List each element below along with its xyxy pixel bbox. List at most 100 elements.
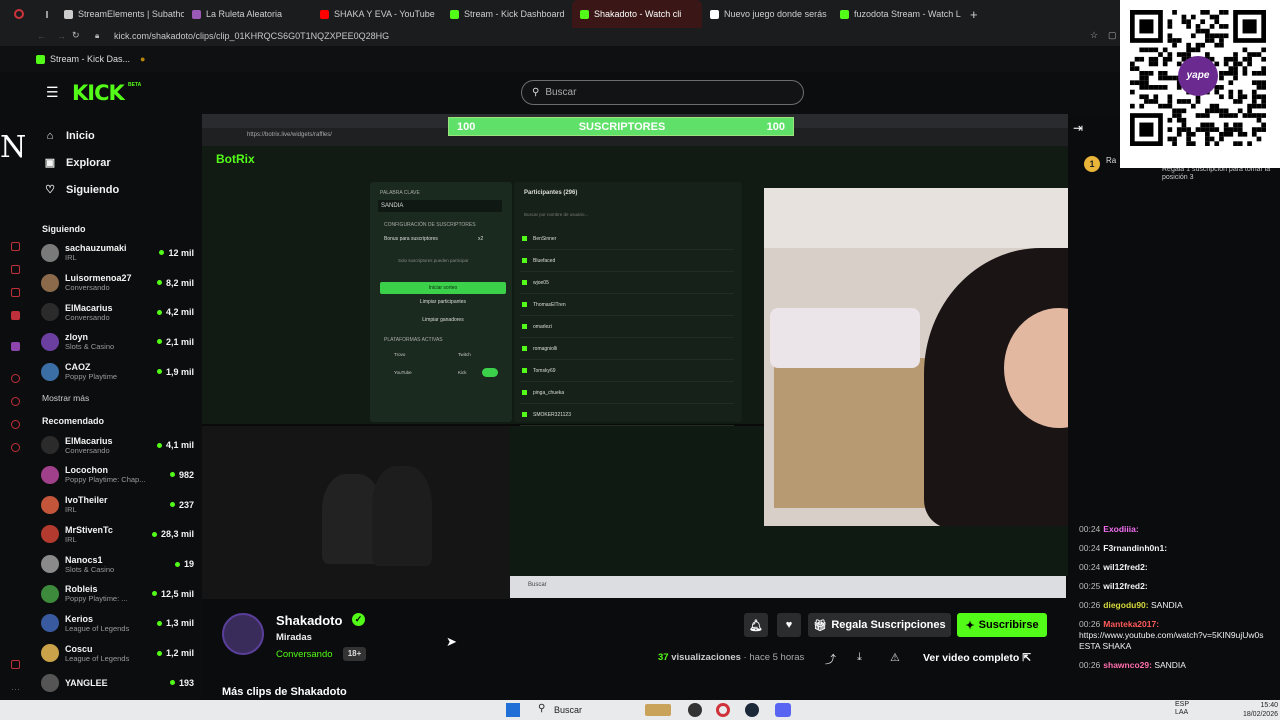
channel-item[interactable]: MrStivenTc IRL 28,3 mil (32, 520, 202, 550)
sidebar-app-icon[interactable] (11, 443, 20, 452)
taskbar-app-icon[interactable] (688, 703, 702, 717)
channel-item[interactable]: Coscu League of Legends 1,2 mil (32, 638, 202, 668)
browser-tab[interactable]: Nuevo juego donde serás (702, 0, 832, 28)
url-text[interactable]: kick.com/shakadoto/clips/clip_01KHRQCS6G… (114, 31, 389, 41)
channel-item[interactable]: CAOZ Poppy Playtime 1,9 mil (32, 357, 202, 387)
notification-bell-button[interactable]: 🔔︎ (744, 613, 768, 637)
menu-icon[interactable]: ☰ (46, 84, 59, 101)
new-tab-button[interactable]: + (962, 0, 986, 28)
channel-item[interactable]: ElMacarius Conversando 4,1 mil (32, 430, 202, 460)
channel-name: Nanocs1 (65, 554, 103, 565)
chat-username[interactable]: Manteka2017: (1103, 619, 1159, 629)
reload-icon[interactable]: ↻ (72, 30, 80, 41)
chat-username[interactable]: F3rnandinh0n1: (1103, 543, 1167, 553)
channel-item[interactable]: Kerios League of Legends 1,3 mil (32, 609, 202, 639)
tab-favicon-icon (450, 9, 459, 19)
chat-text: SANDIA (1151, 600, 1183, 610)
chat-username[interactable]: Exodiiia: (1103, 524, 1138, 534)
chat-username[interactable]: shawnco29: (1103, 660, 1152, 670)
bookmark-item[interactable]: Stream - Kick Das... (50, 54, 130, 64)
streamer-avatar[interactable] (222, 613, 264, 655)
bookmark-star-icon[interactable]: ☆ (1090, 30, 1098, 41)
channel-item[interactable]: ElMacarius Conversando 4,2 mil (32, 297, 202, 327)
chat-time: 00:26 (1079, 619, 1101, 629)
clip-category[interactable]: Conversando (276, 649, 333, 660)
share-icon[interactable]: ⤴ (825, 651, 836, 667)
chat-username[interactable]: diegodu90: (1103, 600, 1148, 610)
kick-icon (522, 258, 527, 263)
sidebar-app-icon[interactable] (11, 397, 20, 406)
browser-tab[interactable]: Shakadoto - Watch cli (572, 0, 702, 28)
windows-start-icon[interactable] (506, 703, 520, 717)
viewer-count: 1,2 mil (156, 648, 194, 659)
channel-item[interactable]: Robleis Poppy Playtime: ... 12,5 mil (32, 579, 202, 609)
viewer-count-value: 1,2 mil (165, 648, 194, 659)
language-indicator[interactable]: ESP LAA (1175, 701, 1195, 717)
browser-tab-label: La Ruleta Aleatoria (206, 9, 283, 19)
chat-username[interactable]: wil12fred2: (1103, 562, 1147, 572)
channel-item[interactable]: zloyn Slots & Casino 2,1 mil (32, 327, 202, 357)
more-icon[interactable]: ··· (11, 684, 20, 694)
browser-tab[interactable]: La Ruleta Aleatoria (184, 0, 312, 28)
star-icon: ✦ (965, 619, 975, 632)
nav-inicio[interactable]: ⌂ Inicio (32, 122, 202, 149)
collapse-chat-icon[interactable]: ⇥ (1073, 121, 1083, 135)
browser-tab[interactable]: SHAKA Y EVA - YouTube (312, 0, 442, 28)
browser-tab[interactable]: Stream - Kick Dashboard (442, 0, 572, 28)
sidebar-app-icon[interactable] (11, 660, 20, 669)
screenshot-icon[interactable]: ▢ (1108, 30, 1117, 41)
back-icon[interactable]: ← (37, 31, 46, 41)
channel-item[interactable]: IvoTheiler IRL 237 (32, 490, 202, 520)
kick-logo[interactable]: KICK (72, 81, 125, 105)
sidebar-app-icon[interactable] (11, 242, 20, 251)
avatar (41, 465, 59, 484)
report-icon[interactable]: ⚠ (890, 651, 900, 664)
taskbar-search-icon[interactable]: ⚲ (538, 703, 545, 714)
video-player[interactable]: https://botrix.live/widgets/raffles/ Bot… (202, 114, 1068, 599)
kick-icon (522, 236, 527, 241)
twitch-icon[interactable] (11, 342, 20, 351)
taskbar-widget-icon[interactable] (645, 704, 671, 716)
channel-name: YANGLEE (65, 677, 108, 688)
captured-taskbar: Buscar (510, 576, 1066, 598)
channel-item[interactable]: sachauzumaki IRL 12 mil (32, 238, 202, 268)
sidebar-app-icon[interactable] (11, 420, 20, 429)
tab-actions-icon[interactable] (38, 0, 56, 28)
channel-text: Robleis Poppy Playtime: ... (65, 584, 152, 603)
steam-icon[interactable] (745, 703, 759, 717)
channel-item[interactable]: YANGLEE 193 (32, 668, 202, 698)
streamer-name[interactable]: Shakadoto (276, 613, 342, 628)
taskbar-search[interactable]: Buscar (554, 705, 582, 715)
gift-subs-button[interactable]: 🎁︎ Regala Suscripciones (808, 613, 951, 637)
channel-item[interactable]: Nanocs1 Slots & Casino 19 (32, 549, 202, 579)
sidebar-app-icon[interactable] (11, 265, 20, 274)
forward-icon[interactable]: → (57, 31, 66, 41)
sidebar-app-icon[interactable] (11, 374, 20, 383)
tab-favicon-icon (580, 9, 589, 19)
channel-item[interactable]: Locochon Poppy Playtime: Chap... 982 (32, 460, 202, 490)
browser-tab[interactable]: fuzodota Stream - Watch L (832, 0, 962, 28)
browser-tab[interactable]: StreamElements | Subatho (56, 0, 184, 28)
follow-heart-button[interactable]: ♥ (777, 613, 801, 637)
search-icon: ⚲ (532, 87, 540, 98)
notion-icon[interactable]: N (0, 130, 26, 165)
download-icon[interactable]: ⤓ (857, 651, 862, 664)
search-input[interactable]: ⚲ Buscar (521, 80, 804, 105)
avatar (41, 273, 59, 292)
channel-name: Robleis (65, 584, 98, 595)
browser-menu-icon[interactable] (0, 0, 38, 28)
sidebar-app-icon[interactable] (11, 288, 20, 297)
discord-icon[interactable] (775, 703, 791, 717)
extension-icon[interactable]: ● (140, 54, 145, 64)
opera-icon[interactable] (716, 703, 730, 717)
show-more-link[interactable]: Mostrar más (32, 389, 202, 416)
clock[interactable]: 15:40 18/02/2026 (1236, 701, 1278, 719)
subscribe-button[interactable]: ✦ Suscribirse (957, 613, 1047, 637)
subscribe-label: Suscribirse (978, 619, 1039, 631)
chat-username[interactable]: wil12fred2: (1103, 581, 1147, 591)
nav-siguiendo[interactable]: ♡ Siguiendo (32, 176, 202, 203)
nav-explorar[interactable]: ▣ Explorar (32, 149, 202, 176)
channel-item[interactable]: Luisormenoa27 Conversando 8,2 mil (32, 268, 202, 298)
full-video-link[interactable]: Ver video completo ⇱ (923, 652, 1031, 664)
sidebar-app-icon[interactable] (11, 311, 20, 320)
